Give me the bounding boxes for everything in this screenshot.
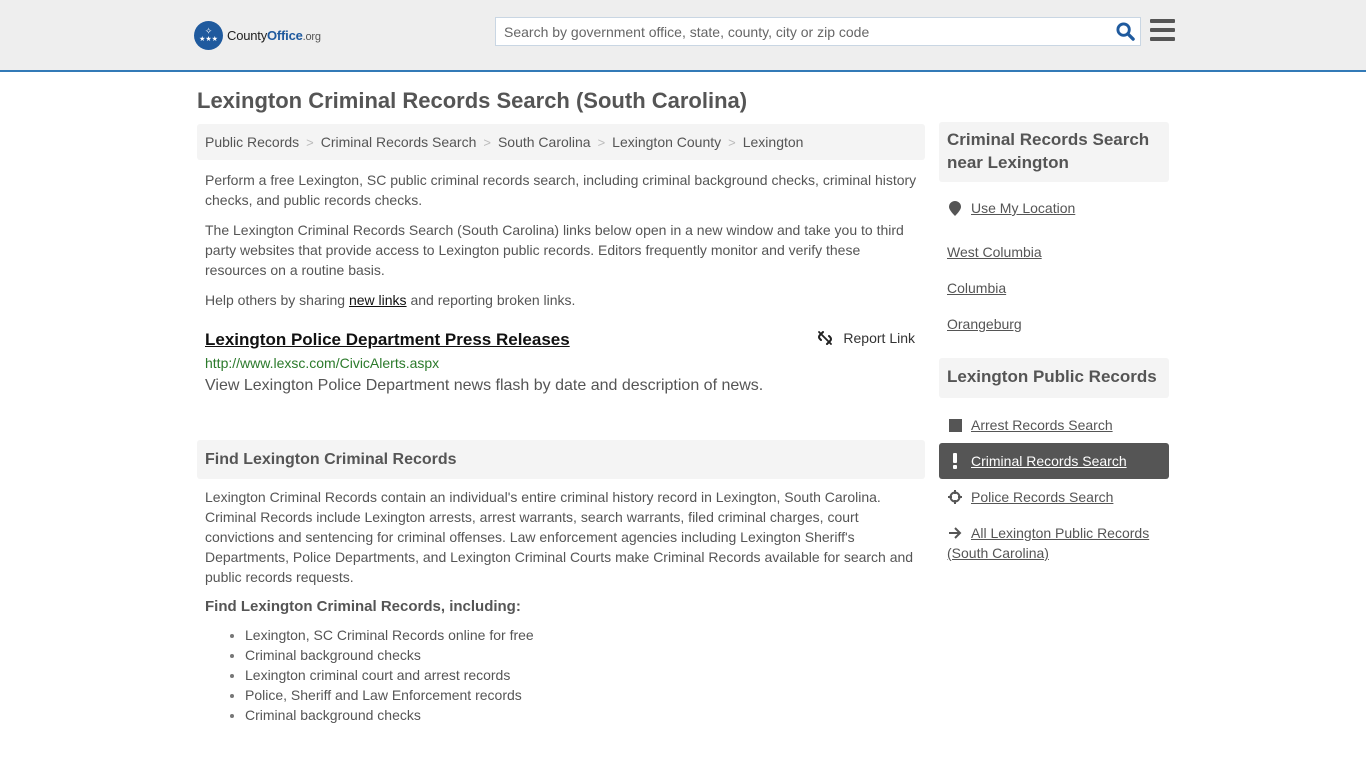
share-paragraph: Help others by sharing new links and rep… (197, 290, 925, 310)
near-header: Criminal Records Search near Lexington (939, 122, 1169, 182)
new-links-link[interactable]: new links (349, 292, 407, 308)
sidebar-item-arrest-records[interactable]: Arrest Records Search (939, 407, 1169, 443)
near-place-item[interactable]: Columbia (939, 270, 1169, 306)
intro-paragraph: Perform a free Lexington, SC public crim… (205, 172, 917, 208)
breadcrumb-criminal-records-search[interactable]: Criminal Records Search (321, 134, 477, 150)
report-link-button[interactable]: Report Link (817, 330, 915, 346)
report-link-label: Report Link (843, 330, 915, 346)
logo-text: CountyOffice.org (227, 27, 321, 43)
sidebar-item-criminal-records[interactable]: Criminal Records Search (939, 443, 1169, 479)
search-input[interactable] (496, 18, 1110, 45)
page-title: Lexington Criminal Records Search (South… (197, 88, 748, 113)
sidebar-item-police-records[interactable]: Police Records Search (939, 479, 1169, 515)
exclamation-icon (947, 451, 963, 471)
use-my-location-link[interactable]: Use My Location (971, 198, 1075, 218)
map-marker-icon (947, 198, 963, 218)
search-button[interactable] (1110, 18, 1140, 45)
breadcrumb-separator: > (728, 134, 736, 150)
breadcrumb-lexington[interactable]: Lexington (743, 134, 804, 150)
breadcrumb-separator: > (306, 134, 314, 150)
near-place-orangeburg[interactable]: Orangeburg (947, 314, 1022, 334)
search-bar (495, 17, 1141, 46)
breadcrumb: Public Records > Criminal Records Search… (197, 124, 925, 160)
find-bullet-list: Lexington, SC Criminal Records online fo… (197, 625, 925, 725)
menu-bar (1150, 19, 1175, 23)
find-section-heading: Find Lexington Criminal Records (205, 450, 457, 468)
disclaimer-paragraph: The Lexington Criminal Records Search (S… (205, 222, 904, 278)
find-including-heading: Find Lexington Criminal Records, includi… (205, 598, 521, 615)
all-public-records-link[interactable]: All Lexington Public Records (South Caro… (947, 525, 1149, 561)
sidebar-item-all-public-records[interactable]: All Lexington Public Records (South Caro… (939, 515, 1169, 563)
menu-bar (1150, 28, 1175, 32)
near-place-item[interactable]: West Columbia (939, 234, 1169, 270)
list-item: Police, Sheriff and Law Enforcement reco… (245, 685, 925, 705)
share-text-end: and reporting broken links. (406, 292, 576, 308)
use-my-location-item[interactable]: Use My Location (939, 198, 1169, 218)
share-text: Help others by sharing (205, 292, 349, 308)
arrest-records-link[interactable]: Arrest Records Search (971, 415, 1113, 435)
sidebar: Criminal Records Search near Lexington U… (939, 122, 1169, 563)
site-logo[interactable]: ✧ ★★★ CountyOffice.org (194, 20, 321, 50)
near-heading: Criminal Records Search near Lexington (947, 130, 1150, 172)
criminal-records-link[interactable]: Criminal Records Search (971, 451, 1127, 471)
list-item: Criminal background checks (245, 705, 925, 725)
public-records-heading: Lexington Public Records (947, 367, 1157, 386)
resource-link-card: Lexington Police Department Press Releas… (197, 330, 925, 396)
list-item: Lexington criminal court and arrest reco… (245, 665, 925, 685)
square-icon (947, 415, 963, 435)
menu-bar (1150, 37, 1175, 41)
public-records-header: Lexington Public Records (939, 358, 1169, 398)
near-list: Use My Location West Columbia Columbia O… (939, 198, 1169, 342)
resource-link-url: http://www.lexsc.com/CivicAlerts.aspx (205, 355, 440, 371)
resource-link-title[interactable]: Lexington Police Department Press Releas… (205, 330, 570, 349)
breadcrumb-separator: > (597, 134, 606, 150)
eagle-stars-logo-icon: ✧ ★★★ (194, 20, 223, 50)
crosshair-icon (947, 487, 963, 507)
find-section-header: Find Lexington Criminal Records (197, 440, 925, 479)
hamburger-menu-button[interactable] (1150, 19, 1175, 41)
breadcrumb-separator: > (483, 134, 491, 150)
resource-link-description: View Lexington Police Department news fl… (205, 377, 764, 394)
breadcrumb-public-records[interactable]: Public Records (205, 134, 299, 150)
breadcrumb-lexington-county[interactable]: Lexington County (612, 134, 721, 150)
find-section-body: Lexington Criminal Records contain an in… (205, 489, 914, 585)
search-icon (1115, 22, 1135, 41)
list-item: Criminal background checks (245, 645, 925, 665)
broken-link-icon (818, 331, 833, 345)
main-content: Public Records > Criminal Records Search… (197, 124, 925, 725)
breadcrumb-south-carolina[interactable]: South Carolina (498, 134, 591, 150)
police-records-link[interactable]: Police Records Search (971, 487, 1113, 507)
public-records-list: Arrest Records Search Criminal Records S… (939, 407, 1169, 563)
site-header: ✧ ★★★ CountyOffice.org (0, 0, 1366, 72)
list-item: Lexington, SC Criminal Records online fo… (245, 625, 925, 645)
near-place-columbia[interactable]: Columbia (947, 278, 1006, 298)
near-place-west-columbia[interactable]: West Columbia (947, 242, 1042, 262)
arrow-right-icon (947, 523, 963, 543)
near-place-item[interactable]: Orangeburg (939, 306, 1169, 342)
